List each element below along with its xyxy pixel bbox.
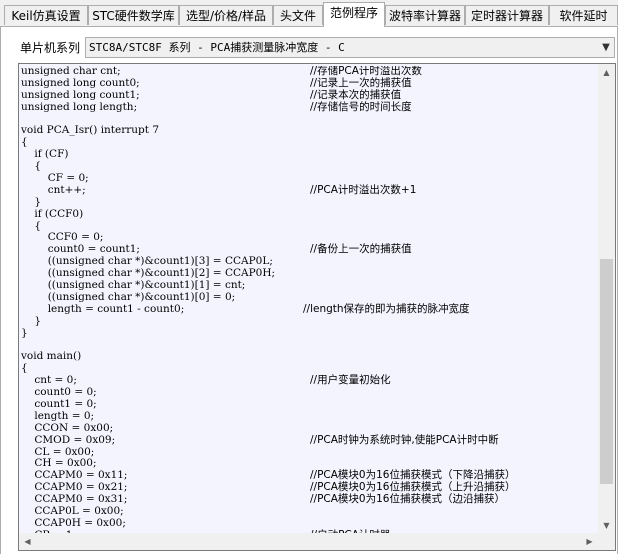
code-line: if (CF) (21, 148, 597, 161)
scroll-left-icon[interactable]: ◀ (19, 533, 36, 550)
code-comment: //存储信号的时间长度 (310, 100, 412, 113)
code-area[interactable]: unsigned char cnt;//存储PCA计时溢出次数 unsigned … (21, 66, 597, 534)
code-line: cnt = 0; //用户变量初始化 (21, 374, 597, 387)
code-text: unsigned long count0; (21, 76, 140, 89)
horizontal-scrollbar[interactable]: ◀ ▶ (19, 533, 598, 550)
code-text: { (21, 136, 28, 149)
code-text: cnt++; (21, 183, 86, 196)
chevron-down-icon[interactable]: ▼ (598, 38, 614, 57)
code-text: CCAPM0 = 0x31; (21, 493, 128, 506)
code-text: CCAPM0 = 0x21; (21, 481, 128, 494)
code-text: if (CF) (21, 148, 69, 161)
code-line: count0 = 0; (21, 386, 597, 399)
code-text: count1 = 0; (21, 397, 97, 410)
tab-8[interactable]: 软件延时 (549, 5, 618, 25)
code-comment: //PCA时钟为系统时钟,使能PCA计时中断 (310, 433, 499, 446)
code-text: CF = 0; (21, 172, 89, 185)
code-text: ((unsigned char *)&count1)[3] = CCAP0L; (21, 255, 273, 268)
code-line: if (CCF0) (21, 207, 597, 221)
code-text: length = count1 - count0; (21, 302, 185, 315)
code-text: { (21, 362, 28, 375)
code-comment: //记录本次的捕获值 (310, 88, 402, 101)
code-text: length = 0; (21, 409, 95, 422)
code-line: CMOD = 0x09; //PCA时钟为系统时钟,使能PCA计时中断 (21, 433, 597, 447)
code-line: cnt++; //PCA计时溢出次数+1 (21, 183, 597, 197)
code-line: } (21, 314, 597, 328)
tab-4[interactable]: 头文件 (273, 5, 323, 25)
code-text: void main() (21, 350, 82, 363)
code-editor[interactable]: unsigned char cnt;//存储PCA计时溢出次数 unsigned … (18, 63, 616, 551)
scroll-down-icon[interactable]: ▼ (598, 517, 615, 534)
tab-5[interactable]: 范例程序 (323, 2, 385, 27)
code-line: length = count1 - count0; //length保存的即为捕获… (21, 302, 597, 316)
code-line: CL = 0x00; (21, 445, 597, 459)
code-line: { (21, 136, 597, 149)
series-select[interactable]: STC8A/STC8F 系列 - PCA捕获测量脉冲宽度 - C ▼ (85, 37, 615, 58)
code-text: } (21, 314, 42, 327)
scrollbar-corner (598, 533, 615, 550)
code-text: ((unsigned char *)&count1)[0] = 0; (21, 290, 236, 303)
code-text: CCF0 = 0; (21, 231, 104, 244)
code-text: CMOD = 0x09; (21, 433, 116, 446)
code-text: ((unsigned char *)&count1)[2] = CCAP0H; (21, 267, 276, 280)
code-text: cnt = 0; (21, 374, 77, 387)
scroll-right-icon[interactable]: ▶ (581, 533, 598, 550)
series-select-value: STC8A/STC8F 系列 - PCA捕获测量脉冲宽度 - C (89, 41, 345, 54)
code-line: } (21, 195, 597, 209)
code-line: void PCA_Isr() interrupt 7 (21, 125, 597, 137)
code-text: { (21, 160, 42, 173)
code-comment: //记录上一次的捕获值 (310, 76, 412, 89)
code-comment: //PCA模块0为16位捕获模式（边沿捕获） (310, 493, 505, 506)
code-text: CCAP0L = 0x00; (21, 504, 124, 517)
code-text: if (CCF0) (21, 207, 84, 220)
code-text: count0 = count1; (21, 243, 140, 256)
tab-1[interactable]: Keil仿真设置 (4, 5, 88, 25)
scroll-thumb[interactable] (600, 259, 613, 484)
vertical-scrollbar[interactable]: ▲ ▼ (598, 64, 615, 534)
code-line: void main() (21, 350, 597, 363)
code-line: CCAP0H = 0x00; (21, 516, 597, 530)
code-text: unsigned char cnt; (21, 66, 121, 77)
tab-bar: Keil仿真设置 STC硬件数学库 选型/价格/样品 头文件 范例程序 波特率计算器 定时器… (0, 0, 618, 27)
code-comment: //用户变量初始化 (310, 374, 391, 387)
code-text: CCAP0H = 0x00; (21, 516, 126, 529)
code-text: CL = 0x00; (21, 445, 95, 458)
code-text: CCAPM0 = 0x11; (21, 469, 128, 482)
code-text: } (21, 195, 42, 208)
tab-3[interactable]: 选型/价格/样品 (179, 5, 273, 25)
code-comment: //length保存的即为捕获的脉冲宽度 (303, 302, 470, 315)
code-line: { (21, 362, 597, 375)
series-label: 单片机系列 (20, 41, 81, 55)
code-comment: //PCA计时溢出次数+1 (310, 183, 417, 196)
code-line: count1 = 0; (21, 397, 597, 411)
code-line: { (21, 219, 597, 233)
code-line: } (21, 326, 597, 340)
code-line: unsigned long length; //存储信号的时间长度 (21, 100, 597, 114)
code-text: ((unsigned char *)&count1)[1] = cnt; (21, 279, 246, 292)
tab-2[interactable]: STC硬件数学库 (88, 5, 179, 25)
code-text: count0 = 0; (21, 386, 97, 399)
scroll-up-icon[interactable]: ▲ (598, 64, 615, 81)
tab-7[interactable]: 定时器计算器 (465, 5, 549, 25)
code-text: CH = 0x00; (21, 457, 97, 470)
tab-6[interactable]: 波特率计算器 (385, 5, 465, 25)
code-line: { (21, 160, 597, 173)
code-text: } (21, 326, 28, 339)
code-text: unsigned long length; (21, 100, 138, 113)
code-text: unsigned long count1; (21, 88, 140, 101)
code-text: CCON = 0x00; (21, 421, 114, 434)
code-line: CF = 0; (21, 172, 597, 185)
code-text: void PCA_Isr() interrupt 7 (21, 124, 160, 137)
code-comment: //备份上一次的捕获值 (310, 243, 412, 256)
code-text: { (21, 219, 42, 232)
